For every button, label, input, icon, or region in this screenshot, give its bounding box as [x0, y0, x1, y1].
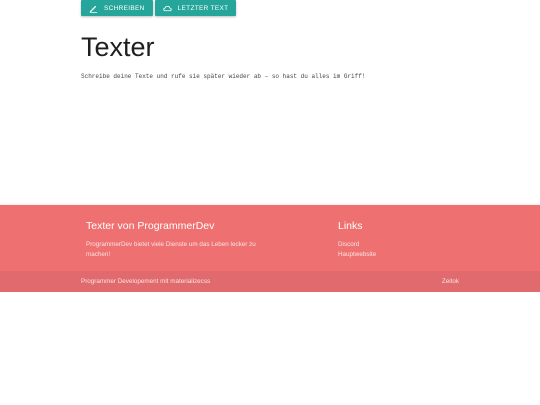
footer-link-website[interactable]: Hauptwebsite	[338, 250, 376, 260]
footer-links: Links Discord Hauptwebsite	[338, 220, 376, 260]
last-text-button[interactable]: LETZTER TEXT	[154, 0, 237, 16]
last-text-button-label: LETZTER TEXT	[177, 4, 229, 12]
footer-description: ProgrammerDev bietet viele Dienste um da…	[86, 241, 256, 258]
footer-links-heading: Links	[338, 220, 363, 232]
footer-heading: Texter von ProgrammerDev	[86, 220, 215, 232]
cloud-icon	[162, 4, 172, 13]
toolbar: SCHREIBEN LETZTER TEXT	[81, 0, 237, 16]
footer-link-discord[interactable]: Discord	[338, 240, 376, 250]
footer-about: Texter von ProgrammerDev ProgrammerDev b…	[86, 220, 276, 260]
footer-right-link[interactable]: Zeitok	[442, 278, 459, 285]
copyright-text: Programmer Developement mit materializec…	[81, 278, 211, 285]
footer-copyright-bar: Programmer Developement mit materializec…	[0, 271, 540, 292]
write-button-label: SCHREIBEN	[104, 4, 145, 12]
pencil-icon	[89, 4, 98, 13]
page-subtitle: Schreibe deine Texte und rufe sie später…	[81, 73, 366, 80]
page-title: Texter	[81, 32, 155, 62]
write-button[interactable]: SCHREIBEN	[81, 0, 153, 16]
